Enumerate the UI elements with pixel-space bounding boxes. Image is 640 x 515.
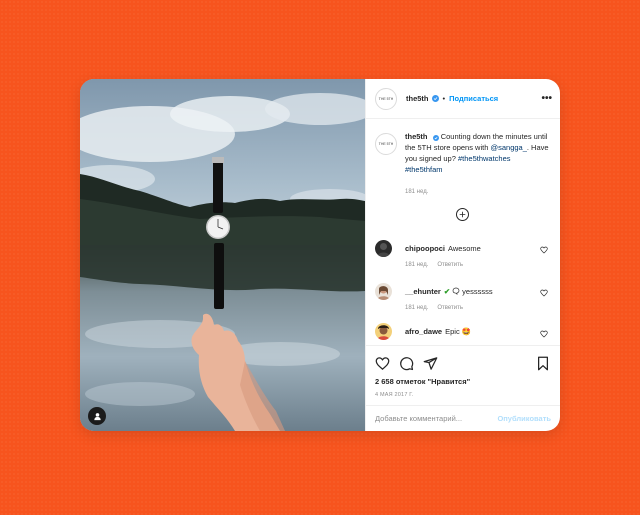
check-emoji-icon: ✔ bbox=[443, 287, 451, 296]
commenter-avatar[interactable] bbox=[375, 240, 392, 257]
comment-input[interactable] bbox=[375, 414, 498, 423]
comment-time: 181 нед. bbox=[405, 262, 429, 268]
post-side-panel: THE 5TH the5th • Подписаться ••• THE 5TH… bbox=[365, 79, 560, 431]
caption-time: 181 нед. bbox=[405, 189, 429, 195]
avatar[interactable]: THE 5TH bbox=[375, 87, 397, 110]
comment-meta: 181 нед. Ответить bbox=[405, 262, 472, 268]
more-options-icon[interactable]: ••• bbox=[541, 93, 552, 103]
comment-username[interactable]: chipoopoci bbox=[405, 244, 445, 253]
post-photo[interactable] bbox=[80, 79, 365, 431]
separator-dot: • bbox=[442, 94, 446, 103]
action-icons-row bbox=[375, 354, 550, 372]
verified-badge-icon bbox=[431, 95, 439, 102]
bookmark-icon[interactable] bbox=[536, 356, 550, 371]
reply-button[interactable]: Ответить bbox=[437, 262, 463, 268]
user-tag-icon[interactable] bbox=[88, 407, 106, 425]
comment-item: afro_dawe Epic 🤩 bbox=[375, 323, 552, 343]
comment-item: chipoopoci Awesome 181 нед. Ответить bbox=[375, 240, 552, 272]
header-username[interactable]: the5th bbox=[406, 94, 429, 103]
instagram-post-card: THE 5TH the5th • Подписаться ••• THE 5TH… bbox=[80, 79, 560, 431]
comment-username[interactable]: afro_dawe bbox=[405, 327, 442, 336]
add-comment-bar: Опубликовать bbox=[366, 405, 560, 431]
post-actions: 2 658 отметок "Нравится" 4 МАЯ 2017 Г. bbox=[366, 345, 560, 405]
comment-text: afro_dawe Epic 🤩 bbox=[405, 327, 471, 336]
caption-mention-link[interactable]: @sangga_ bbox=[490, 143, 526, 152]
avatar-logo-text: THE 5TH bbox=[378, 96, 394, 101]
publish-button[interactable]: Опубликовать bbox=[497, 414, 551, 423]
commenter-avatar[interactable] bbox=[375, 323, 392, 340]
post-date: 4 МАЯ 2017 Г. bbox=[375, 392, 414, 398]
heart-icon[interactable] bbox=[375, 356, 390, 371]
post-header: THE 5TH the5th • Подписаться ••• bbox=[366, 79, 560, 119]
likes-count[interactable]: 2 658 отметок "Нравится" bbox=[375, 377, 550, 386]
speech-bubble-emoji-icon bbox=[452, 287, 460, 295]
comment-text: chipoopoci Awesome bbox=[405, 244, 481, 253]
comment-body: Awesome bbox=[448, 244, 481, 253]
comment-bubble-icon[interactable] bbox=[399, 356, 414, 371]
comment-heart-icon[interactable] bbox=[540, 289, 548, 299]
plus-circle-icon[interactable] bbox=[456, 208, 469, 221]
photo-lake-watch-hand bbox=[80, 79, 365, 431]
caption-avatar-logo-text: THE 5TH bbox=[378, 141, 394, 146]
comment-text: __ehunter ✔ yessssss bbox=[405, 287, 493, 296]
commenter-avatar[interactable] bbox=[375, 283, 392, 300]
paper-plane-icon[interactable] bbox=[423, 356, 438, 371]
follow-button[interactable]: Подписаться bbox=[449, 94, 498, 103]
comment-body: Epic 🤩 bbox=[445, 327, 472, 336]
comment-heart-icon[interactable] bbox=[540, 246, 548, 256]
post-caption: THE 5TH the5th Counting down the minutes… bbox=[375, 131, 550, 198]
comment-time: 181 нед. bbox=[405, 305, 429, 311]
comment-item: __ehunter ✔ yessssss 181 нед. Ответить bbox=[375, 283, 552, 315]
caption-verified-badge-icon bbox=[432, 134, 439, 141]
reply-button[interactable]: Ответить bbox=[437, 305, 463, 311]
caption-text: the5th Counting down the minutes until t… bbox=[405, 131, 550, 175]
comment-body: yessssss bbox=[462, 287, 493, 296]
comment-meta: 181 нед. Ответить bbox=[405, 305, 472, 311]
comment-username[interactable]: __ehunter bbox=[405, 287, 441, 296]
caption-username[interactable]: the5th bbox=[405, 132, 428, 141]
comment-heart-icon[interactable] bbox=[540, 330, 548, 340]
caption-avatar[interactable]: THE 5TH bbox=[375, 133, 397, 155]
